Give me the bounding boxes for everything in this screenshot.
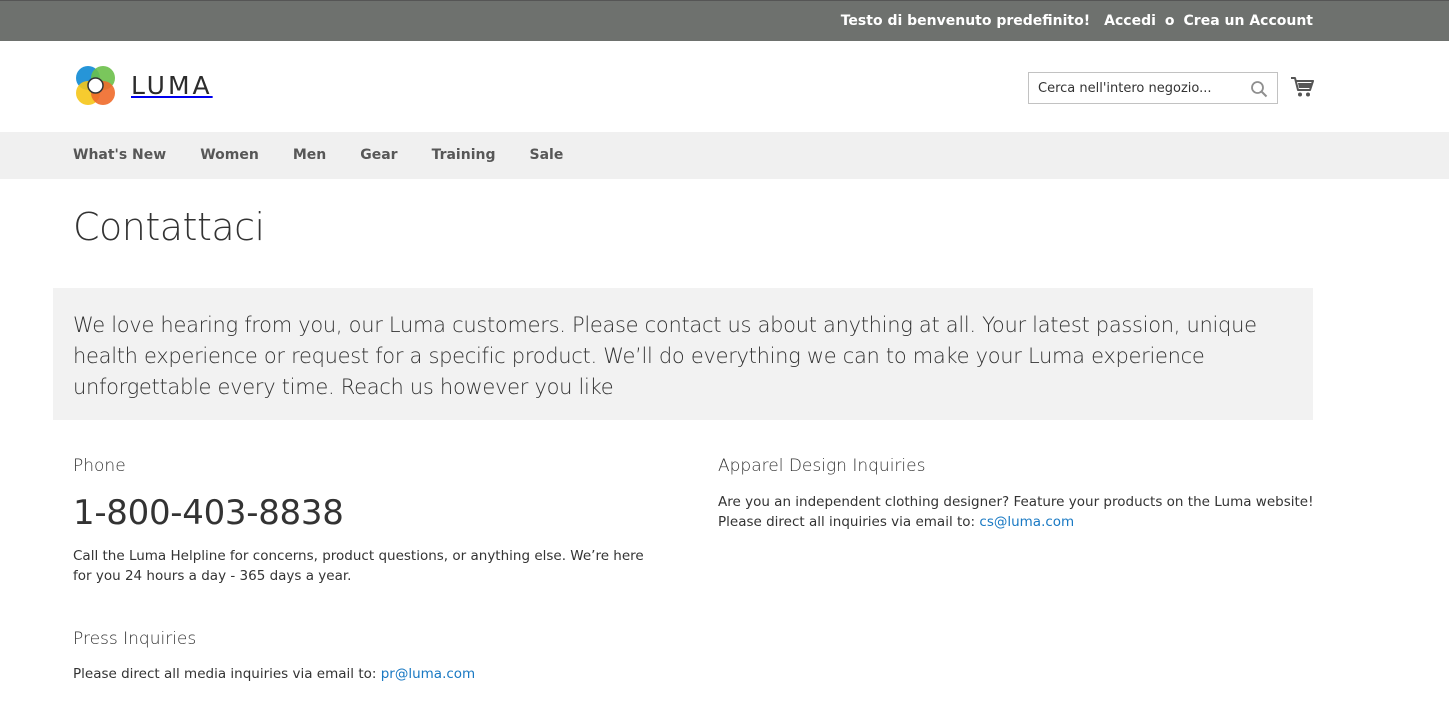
press-heading: Press Inquiries (73, 629, 197, 649)
page-title: Contattaci (73, 205, 265, 249)
welcome-message: Testo di benvenuto predefinito! (840, 13, 1091, 29)
phone-heading: Phone (73, 456, 126, 476)
nav-item-men[interactable]: Men (293, 147, 326, 163)
create-account-link[interactable]: Crea un Account (1184, 13, 1313, 29)
main-navigation: What's New Women Men Gear Training Sale (0, 132, 1449, 179)
contact-right-column: Apparel Design Inquiries Are you an inde… (718, 455, 1318, 532)
helpline-text: Call the Luma Helpline for concerns, pro… (73, 548, 644, 584)
press-section: Press Inquiries Please direct all media … (73, 628, 663, 684)
nav-item-sale[interactable]: Sale (529, 147, 563, 163)
search-input[interactable] (1029, 73, 1244, 103)
nav-item-gear[interactable]: Gear (360, 147, 397, 163)
phone-number: 1-800-403-8838 (73, 493, 344, 533)
contact-left-column: Phone 1-800-403-8838 Call the Luma Helpl… (73, 455, 663, 684)
link-separator: o (1164, 13, 1175, 29)
top-links: Testo di benvenuto predefinito! Accedi o… (841, 13, 1313, 29)
sign-in-link[interactable]: Accedi (1104, 13, 1156, 29)
search-icon[interactable] (1250, 80, 1268, 98)
intro-text: We love hearing from you, our Luma custo… (73, 313, 1257, 399)
press-email-link[interactable]: pr@luma.com (381, 666, 475, 682)
apparel-heading: Apparel Design Inquiries (718, 456, 926, 476)
press-text-label: Please direct all media inquiries via em… (73, 666, 381, 682)
nav-item-women[interactable]: Women (200, 147, 259, 163)
logo-link[interactable]: LUMA (73, 63, 213, 108)
press-text: Please direct all media inquiries via em… (73, 664, 663, 684)
search-box (1028, 72, 1278, 104)
cart-icon[interactable] (1291, 76, 1314, 98)
intro-block: We love hearing from you, our Luma custo… (53, 288, 1313, 420)
logo-text: LUMA (131, 71, 213, 100)
luma-logo-icon (76, 66, 115, 105)
top-panel: Testo di benvenuto predefinito! Accedi o… (0, 0, 1449, 41)
header: LUMA (0, 41, 1449, 132)
apparel-email-link[interactable]: cs@luma.com (979, 514, 1074, 530)
nav-item-training[interactable]: Training (432, 147, 496, 163)
apparel-text: Are you an independent clothing designer… (718, 492, 1318, 532)
nav-item-whats-new[interactable]: What's New (73, 147, 166, 163)
